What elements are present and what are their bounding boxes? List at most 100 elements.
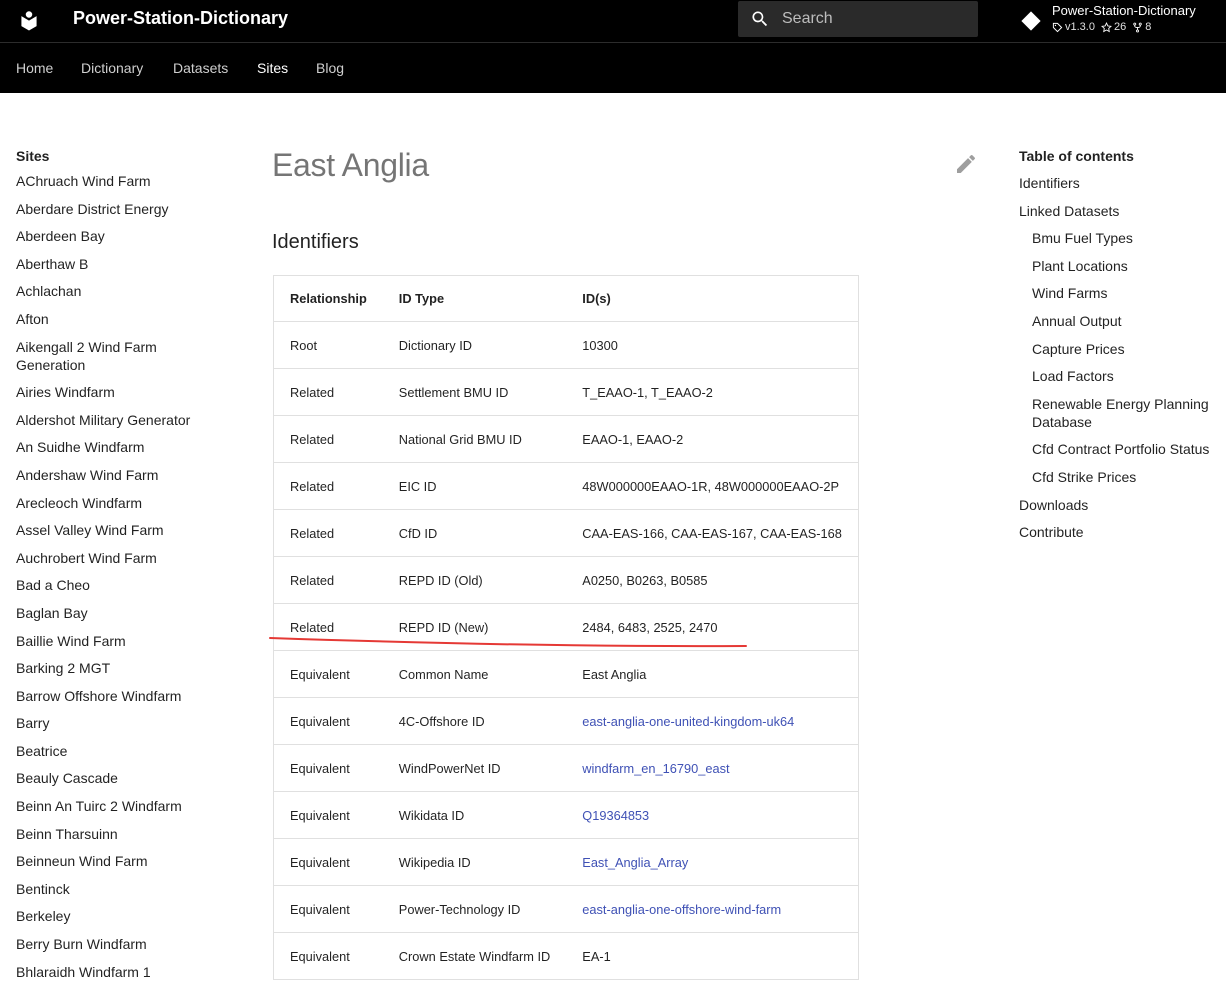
table-row: Equivalent 4C-Offshore ID east-anglia-one-… xyxy=(273,697,859,745)
relationship-cell: Related xyxy=(273,556,383,604)
ids-cell: EA-1 xyxy=(566,932,859,980)
tab-sites[interactable]: Sites xyxy=(257,59,288,77)
nav-item[interactable]: Aikengall 2 Wind Farm Generation xyxy=(16,338,206,374)
id-link[interactable]: Q19364853 xyxy=(582,808,649,823)
column-header: ID(s) xyxy=(566,275,859,322)
nav-item[interactable]: An Suidhe Windfarm xyxy=(16,438,206,456)
table-header-row: Relationship ID Type ID(s) xyxy=(273,275,859,322)
table-row: Equivalent WindPowerNet ID windfarm_en_167… xyxy=(273,744,859,792)
table-row: Related Settlement BMU ID T_EAAO-1, T_EAAO… xyxy=(273,368,859,416)
nav-item[interactable]: Achlachan xyxy=(16,282,206,300)
table-row: Equivalent Crown Estate Windfarm ID EA-1 xyxy=(273,932,859,980)
nav-item[interactable]: Beatrice xyxy=(16,742,206,760)
red-underline-annotation xyxy=(269,637,747,648)
toc-item[interactable]: Renewable Energy Planning Database xyxy=(1019,395,1224,431)
nav-item[interactable]: Berry Burn Windfarm xyxy=(16,935,206,953)
tabs-bar: Home Dictionary Datasets Sites Blog xyxy=(0,42,1226,93)
relationship-cell: Equivalent xyxy=(273,838,383,886)
repo-facts: v1.3.0 26 8 xyxy=(1052,20,1151,34)
nav-item[interactable]: Barking 2 MGT xyxy=(16,659,206,677)
repo-name: Power-Station-Dictionary xyxy=(1052,3,1196,18)
toc-item[interactable]: Annual Output xyxy=(1019,312,1224,330)
search-box[interactable] xyxy=(738,1,978,37)
nav-item[interactable]: Baglan Bay xyxy=(16,604,206,622)
toc-item[interactable]: Cfd Strike Prices xyxy=(1019,468,1224,486)
nav-item[interactable]: Bhlaraidh Windfarm 1 xyxy=(16,963,206,981)
id-type-cell: Wikidata ID xyxy=(382,791,567,839)
toc-item[interactable]: Cfd Contract Portfolio Status xyxy=(1019,440,1224,458)
tab-home[interactable]: Home xyxy=(16,59,53,77)
nav-item[interactable]: Arecleoch Windfarm xyxy=(16,494,206,512)
nav-item[interactable]: Auchrobert Wind Farm xyxy=(16,549,206,567)
nav-item[interactable]: Barry xyxy=(16,714,206,732)
toc-item[interactable]: Plant Locations xyxy=(1019,257,1224,275)
ids-cell: east-anglia-one-offshore-wind-farm xyxy=(566,885,859,933)
id-link[interactable]: east-anglia-one-offshore-wind-farm xyxy=(582,902,781,917)
relationship-cell: Equivalent xyxy=(273,744,383,792)
identifiers-heading: Identifiers xyxy=(272,231,359,253)
nav-item[interactable]: Aberdare District Energy xyxy=(16,200,206,218)
id-link[interactable]: east-anglia-one-united-kingdom-uk64 xyxy=(582,714,794,729)
site-title[interactable]: Power-Station-Dictionary xyxy=(73,8,288,28)
id-type-cell: WindPowerNet ID xyxy=(382,744,567,792)
page-title: East Anglia xyxy=(272,147,429,183)
book-icon[interactable] xyxy=(16,8,42,34)
search-icon xyxy=(752,11,768,27)
table-row: Related EIC ID 48W000000EAAO-1R, 48W000000… xyxy=(273,462,859,510)
table-row: Equivalent Power-Technology ID east-anglia… xyxy=(273,885,859,933)
nav-item[interactable]: Beinn Tharsuinn xyxy=(16,825,206,843)
nav-item[interactable]: Aberdeen Bay xyxy=(16,227,206,245)
tag-icon xyxy=(1052,22,1063,32)
toc-item[interactable]: Identifiers xyxy=(1019,174,1224,192)
id-link[interactable]: East_Anglia_Array xyxy=(582,855,688,870)
table-row: Equivalent Wikidata ID Q19364853 xyxy=(273,791,859,839)
nav-item[interactable]: Aldershot Military Generator xyxy=(16,411,206,429)
star-icon xyxy=(1101,21,1112,32)
nav-item[interactable]: Barrow Offshore Windfarm xyxy=(16,687,206,705)
relationship-cell: Equivalent xyxy=(273,791,383,839)
nav-item[interactable]: Beinneun Wind Farm xyxy=(16,852,206,870)
ids-cell: East_Anglia_Array xyxy=(566,838,859,886)
relationship-cell: Equivalent xyxy=(273,697,383,745)
nav-item[interactable]: Beinn An Tuirc 2 Windfarm xyxy=(16,797,206,815)
toc-item[interactable]: Linked Datasets xyxy=(1019,202,1224,220)
stars-count: 26 xyxy=(1113,21,1127,33)
tab-blog[interactable]: Blog xyxy=(316,59,344,77)
nav-item[interactable]: Berkeley xyxy=(16,907,206,925)
relationship-cell: Equivalent xyxy=(273,885,383,933)
stars-fact: 26 xyxy=(1101,20,1126,34)
nav-item[interactable]: Beauly Cascade xyxy=(16,769,206,787)
nav-item[interactable]: Bentinck xyxy=(16,880,206,898)
tab-datasets[interactable]: Datasets xyxy=(173,59,228,77)
id-type-cell: National Grid BMU ID xyxy=(382,415,567,463)
search-input[interactable] xyxy=(782,1,972,37)
column-header: Relationship xyxy=(273,275,383,322)
toc-item[interactable]: Bmu Fuel Types xyxy=(1019,229,1224,247)
relationship-cell: Related xyxy=(273,462,383,510)
forks-fact: 8 xyxy=(1132,20,1151,34)
nav-item[interactable]: AChruach Wind Farm xyxy=(16,172,206,190)
id-type-cell: Wikipedia ID xyxy=(382,838,567,886)
tab-dictionary[interactable]: Dictionary xyxy=(81,59,143,77)
forks-count: 8 xyxy=(1145,21,1152,33)
toc-item[interactable]: Downloads xyxy=(1019,496,1224,514)
fork-icon xyxy=(1133,22,1142,32)
nav-item[interactable]: Afton xyxy=(16,310,206,328)
nav-item[interactable]: Airies Windfarm xyxy=(16,383,206,401)
toc-item[interactable]: Load Factors xyxy=(1019,367,1224,385)
nav-item[interactable]: Bad a Cheo xyxy=(16,576,206,594)
toc-item[interactable]: Contribute xyxy=(1019,523,1224,541)
nav-item[interactable]: Aberthaw B xyxy=(16,255,206,273)
relationship-cell: Equivalent xyxy=(273,932,383,980)
id-type-cell: Crown Estate Windfarm ID xyxy=(382,932,567,980)
toc-item[interactable]: Capture Prices xyxy=(1019,340,1224,358)
toc-item[interactable]: Wind Farms xyxy=(1019,284,1224,302)
nav-item[interactable]: Assel Valley Wind Farm xyxy=(16,521,206,539)
id-link[interactable]: windfarm_en_16790_east xyxy=(582,761,729,776)
nav-item[interactable]: Andershaw Wind Farm xyxy=(16,466,206,484)
repo-link[interactable]: Power-Station-Dictionary v1.3.0 26 8 xyxy=(1018,2,1226,38)
table-row: Related REPD ID (Old) A0250, B0263, B0585 xyxy=(273,556,859,604)
pencil-icon[interactable] xyxy=(954,152,978,176)
nav-item[interactable]: Baillie Wind Farm xyxy=(16,632,206,650)
table-row: Related CfD ID CAA-EAS-166, CAA-EAS-167, C… xyxy=(273,509,859,557)
